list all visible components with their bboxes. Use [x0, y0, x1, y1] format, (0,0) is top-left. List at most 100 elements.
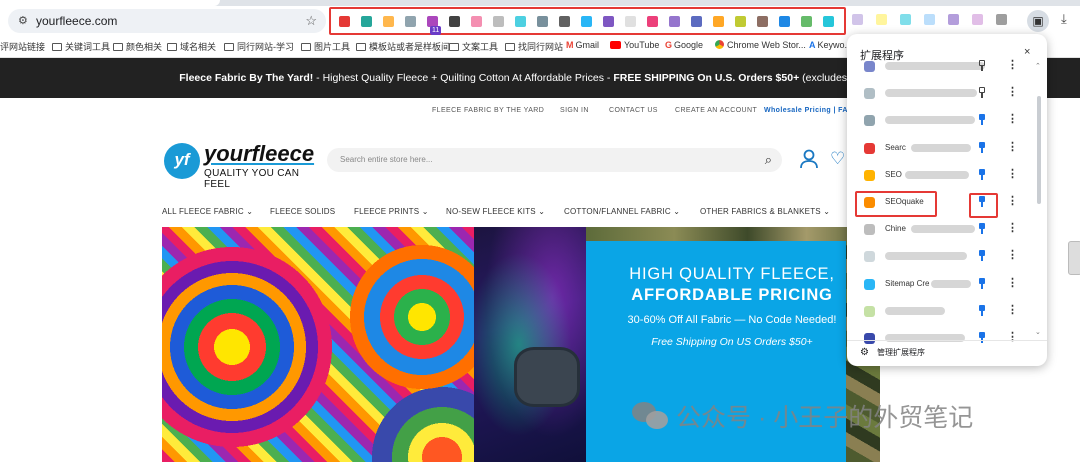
popup-scrollbar[interactable] [1037, 96, 1041, 204]
bookmark-folder[interactable]: 模板站或者是样板间 [356, 40, 450, 53]
extension-row[interactable]: ⋮ [847, 53, 1033, 80]
pinned-extension-icon[interactable] [581, 16, 592, 27]
bookmark-folder[interactable]: 找同行网站 [505, 40, 563, 53]
pinned-extension-icon[interactable] [383, 16, 394, 27]
bookmark-gmail[interactable]: M Gmail [566, 40, 599, 50]
pinned-extension-icon[interactable] [669, 16, 680, 27]
extension-row[interactable]: ⋮ [847, 298, 1033, 325]
address-bar[interactable]: ⚙ yourfleece.com ☆ [8, 9, 326, 33]
pinned-extension-icon[interactable] [823, 16, 834, 27]
more-options-icon[interactable]: ⋮ [1007, 167, 1018, 180]
manage-extensions-link[interactable]: ⚙ 管理扩展程序 [860, 347, 925, 358]
pinned-extension-icon[interactable] [996, 14, 1007, 25]
pinned-extension-icon[interactable] [493, 16, 504, 27]
pinned-extension-icon[interactable] [852, 14, 863, 25]
pinned-extension-icon[interactable] [876, 14, 887, 25]
extensions-puzzle-icon[interactable]: ▣ [1027, 10, 1049, 32]
site-info-icon[interactable]: ⚙ [18, 14, 28, 27]
nav-fleece-prints[interactable]: FLEECE PRINTS ⌄ [354, 207, 429, 216]
bookmark-folder[interactable]: 同行网站-学习 [224, 40, 294, 53]
pin-icon[interactable] [978, 332, 986, 344]
pin-icon[interactable] [978, 277, 986, 290]
pinned-extension-icon[interactable] [924, 14, 935, 25]
pinned-extension-icon[interactable] [779, 16, 790, 27]
extension-row[interactable]: ⋮ [847, 80, 1033, 107]
pin-icon[interactable] [978, 60, 986, 72]
more-options-icon[interactable]: ⋮ [1007, 276, 1018, 289]
bookmark-star-icon[interactable]: ☆ [305, 13, 317, 29]
pin-icon[interactable] [978, 223, 986, 235]
nav-no-sew-kits[interactable]: NO-SEW FLEECE KITS ⌄ [446, 207, 545, 216]
pinned-extension-icon[interactable] [948, 14, 959, 25]
extension-row[interactable]: ⋮ [847, 243, 1033, 270]
more-options-icon[interactable]: ⋮ [1007, 58, 1018, 71]
pin-icon[interactable] [978, 87, 986, 99]
more-options-icon[interactable]: ⋮ [1007, 303, 1018, 316]
search-icon[interactable]: ⌕ [765, 152, 772, 168]
pinned-extension-icon[interactable] [471, 16, 482, 27]
bookmark-folder[interactable]: 关键词工具 [52, 40, 110, 53]
more-options-icon[interactable]: ⋮ [1007, 85, 1018, 98]
bookmark-chrome-web-store[interactable]: Chrome Web Stor... [715, 40, 806, 50]
more-options-icon[interactable]: ⋮ [1007, 194, 1018, 207]
nav-all-fleece-fabric[interactable]: ALL FLEECE FABRIC ⌄ [162, 207, 253, 216]
download-icon[interactable]: ⤓ [1061, 11, 1067, 27]
extension-row[interactable]: ⋮ [847, 107, 1033, 134]
scroll-down-icon[interactable]: ⌄ [1035, 328, 1041, 336]
pin-icon[interactable] [978, 250, 986, 262]
link-contact-us[interactable]: CONTACT US [609, 107, 658, 114]
more-options-icon[interactable]: ⋮ [1007, 221, 1018, 234]
bookmark-keywords[interactable]: A Keywo... [809, 40, 852, 50]
pinned-extension-icon[interactable] [603, 16, 614, 27]
account-icon[interactable] [799, 149, 819, 169]
extension-row[interactable]: SEO ⋮ [847, 162, 1033, 189]
bookmark-folder[interactable]: 颜色相关 [113, 40, 162, 53]
link-wholesale-pricing[interactable]: Wholesale Pricing | FAQ [764, 107, 854, 114]
pinned-extension-icon[interactable] [449, 16, 460, 27]
pinned-extension-icon[interactable] [900, 14, 911, 25]
more-options-icon[interactable]: ⋮ [1007, 112, 1018, 125]
pinned-extension-icon[interactable] [972, 14, 983, 25]
more-options-icon[interactable]: ⋮ [1007, 140, 1018, 153]
more-options-icon[interactable]: ⋮ [1007, 330, 1018, 343]
pinned-extension-icon[interactable] [691, 16, 702, 27]
pin-icon[interactable] [978, 141, 986, 154]
site-search-input[interactable]: Search entire store here... ⌕ [327, 148, 782, 172]
bookmark-google[interactable]: G Google [665, 40, 703, 50]
pinned-extension-icon[interactable] [405, 16, 416, 27]
pin-icon[interactable] [978, 304, 986, 317]
more-options-icon[interactable]: ⋮ [1007, 248, 1018, 261]
bookmark-youtube[interactable]: YouTube [610, 40, 659, 50]
address-bar-url[interactable]: yourfleece.com [36, 14, 117, 28]
pinned-extension-icon[interactable] [515, 16, 526, 27]
nav-fleece-solids[interactable]: FLEECE SOLIDS [270, 207, 335, 216]
pinned-extension-icon[interactable] [361, 16, 372, 27]
pinned-extension-icon[interactable] [713, 16, 724, 27]
pinned-extension-icon[interactable] [559, 16, 570, 27]
pinned-extension-icon[interactable] [735, 16, 746, 27]
pinned-extension-icon[interactable] [757, 16, 768, 27]
nav-other-fabrics[interactable]: OTHER FABRICS & BLANKETS ⌄ [700, 207, 830, 216]
scroll-up-icon[interactable]: ⌃ [1035, 62, 1041, 70]
pinned-extension-icon[interactable] [801, 16, 812, 27]
link-fleece-fabric[interactable]: FLEECE FABRIC BY THE YARD [432, 107, 544, 114]
extension-row[interactable]: Sitemap Cre ⋮ [847, 271, 1033, 298]
wishlist-heart-icon[interactable]: ♡ [830, 149, 845, 169]
bookmark-folder[interactable]: 域名相关 [167, 40, 216, 53]
link-create-account[interactable]: CREATE AN ACCOUNT [675, 107, 757, 114]
extension-row[interactable]: Chine ⋮ [847, 216, 1033, 243]
pinned-extension-icon[interactable] [339, 16, 350, 27]
pinned-extension-icon[interactable] [625, 16, 636, 27]
pin-icon[interactable] [978, 168, 986, 181]
nav-cotton-flannel[interactable]: COTTON/FLANNEL FABRIC ⌄ [564, 207, 680, 216]
pinned-extension-icon[interactable] [537, 16, 548, 27]
hero-tie-dye-image[interactable] [162, 227, 474, 462]
link-sign-in[interactable]: SIGN IN [560, 107, 589, 114]
site-logo[interactable]: yf yourfleece QUALITY YOU CAN FEEL [164, 141, 324, 190]
bookmark-folder[interactable]: 文案工具 [449, 40, 498, 53]
pin-icon[interactable] [978, 114, 986, 126]
pinned-extension-icon[interactable] [647, 16, 658, 27]
hero-galaxy-image[interactable] [474, 227, 586, 462]
bookmark-folder[interactable]: 图片工具 [301, 40, 350, 53]
extension-row[interactable]: Searc ⋮ [847, 135, 1033, 162]
